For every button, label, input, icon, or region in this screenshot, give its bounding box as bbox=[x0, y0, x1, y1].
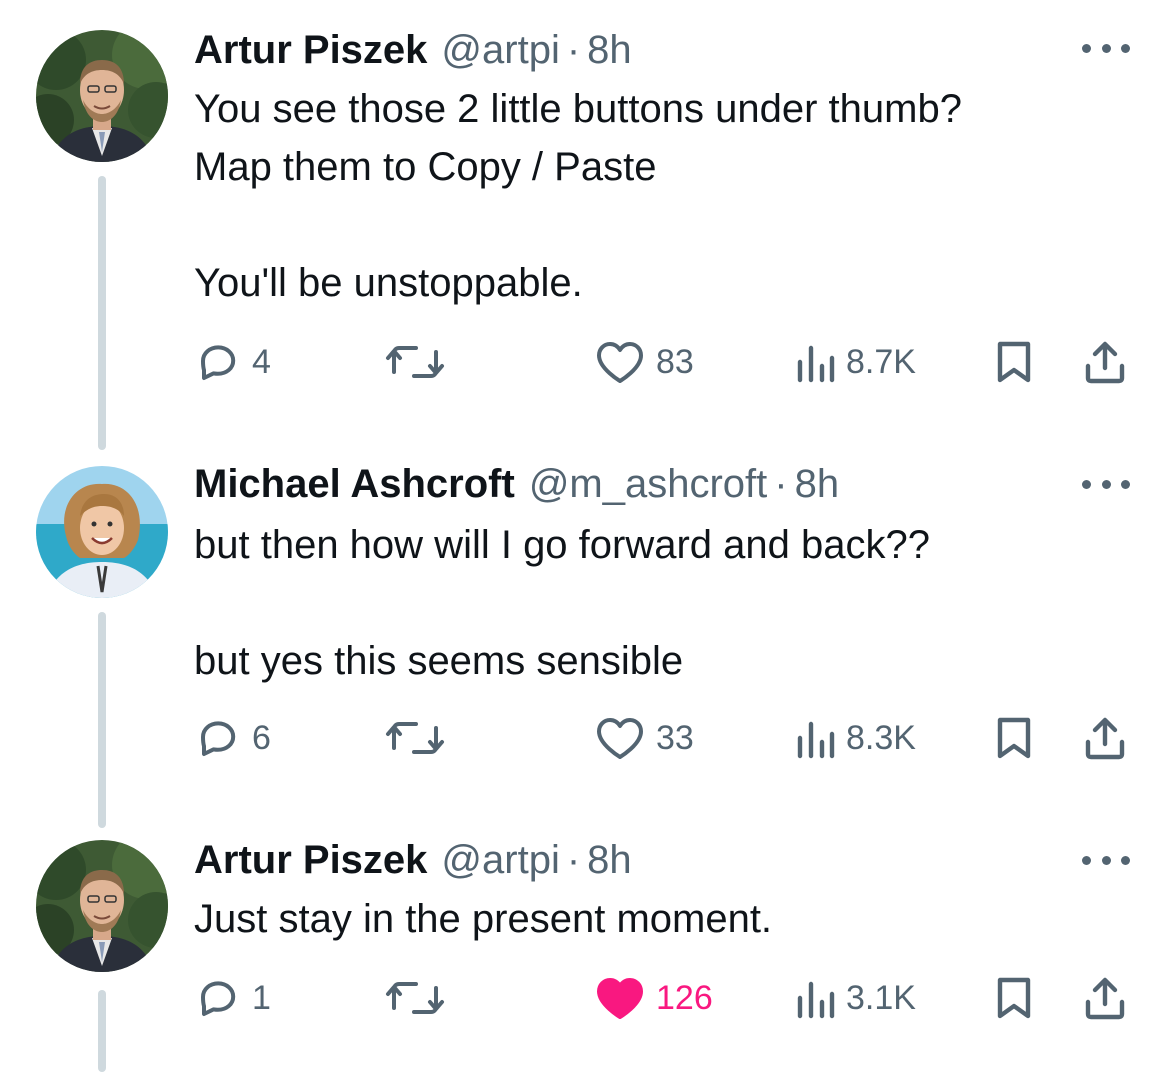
retweet-icon bbox=[386, 346, 444, 378]
tweet[interactable]: Michael Ashcroft @m_ashcroft · 8h but th… bbox=[0, 440, 1170, 830]
author-handle[interactable]: @m_ashcroft bbox=[529, 456, 767, 512]
views-icon bbox=[797, 345, 835, 383]
author-name[interactable]: Artur Piszek bbox=[194, 832, 427, 888]
reply-count: 1 bbox=[252, 978, 271, 1017]
views-count: 3.1K bbox=[846, 978, 916, 1017]
author-handle[interactable]: @artpi bbox=[441, 832, 559, 888]
tweet-header: Artur Piszek @artpi · 8h bbox=[194, 22, 632, 78]
tweet-header: Michael Ashcroft @m_ashcroft · 8h bbox=[194, 456, 839, 512]
views-count: 8.3K bbox=[846, 718, 916, 757]
avatar[interactable] bbox=[36, 840, 168, 972]
reply-button[interactable]: 1 bbox=[194, 968, 271, 1028]
timestamp[interactable]: 8h bbox=[587, 832, 632, 888]
retweet-icon bbox=[386, 982, 444, 1014]
like-count: 33 bbox=[656, 718, 694, 757]
share-icon bbox=[1085, 341, 1125, 384]
more-icon[interactable] bbox=[1082, 36, 1130, 60]
retweet-button[interactable] bbox=[384, 708, 446, 768]
separator: · bbox=[566, 28, 581, 72]
like-count: 126 bbox=[656, 978, 713, 1017]
share-button[interactable] bbox=[1082, 332, 1128, 392]
reply-count: 4 bbox=[252, 342, 271, 381]
action-bar: 4 83 8.7K bbox=[0, 332, 1170, 392]
like-icon bbox=[597, 342, 643, 383]
share-button[interactable] bbox=[1082, 708, 1128, 768]
action-bar: 6 33 8.3K bbox=[0, 708, 1170, 768]
views-icon bbox=[797, 721, 835, 759]
tweet-text: but then how will I go forward and back?… bbox=[194, 523, 930, 683]
more-icon[interactable] bbox=[1082, 848, 1130, 872]
retweet-icon bbox=[386, 722, 444, 754]
avatar[interactable] bbox=[36, 466, 168, 598]
like-icon bbox=[597, 718, 643, 759]
bookmark-icon bbox=[997, 977, 1031, 1019]
views-button[interactable]: 8.7K bbox=[794, 332, 916, 392]
like-icon bbox=[597, 978, 643, 1019]
action-bar: 1 126 3.1K bbox=[0, 968, 1170, 1028]
reply-button[interactable]: 6 bbox=[194, 708, 271, 768]
like-button[interactable]: 83 bbox=[594, 332, 694, 392]
reply-icon bbox=[201, 345, 236, 380]
tweet-header: Artur Piszek @artpi · 8h bbox=[194, 832, 632, 888]
author-handle[interactable]: @artpi bbox=[441, 22, 559, 78]
author-name[interactable]: Artur Piszek bbox=[194, 22, 427, 78]
views-icon bbox=[797, 981, 835, 1019]
bookmark-button[interactable] bbox=[994, 708, 1034, 768]
retweet-button[interactable] bbox=[384, 968, 446, 1028]
tweet-text: You see those 2 little buttons under thu… bbox=[194, 87, 962, 305]
more-icon[interactable] bbox=[1082, 472, 1130, 496]
retweet-button[interactable] bbox=[384, 332, 446, 392]
like-button[interactable]: 33 bbox=[594, 708, 694, 768]
bookmark-icon bbox=[997, 717, 1031, 759]
share-button[interactable] bbox=[1082, 968, 1128, 1028]
bookmark-button[interactable] bbox=[994, 968, 1034, 1028]
tweet-text: Just stay in the present moment. bbox=[194, 897, 773, 941]
reply-count: 6 bbox=[252, 718, 271, 757]
share-icon bbox=[1085, 717, 1125, 760]
views-count: 8.7K bbox=[846, 342, 916, 381]
reply-icon bbox=[201, 981, 236, 1016]
views-button[interactable]: 3.1K bbox=[794, 968, 916, 1028]
reply-icon bbox=[201, 721, 236, 756]
reply-button[interactable]: 4 bbox=[194, 332, 271, 392]
bookmark-icon bbox=[997, 341, 1031, 383]
avatar[interactable] bbox=[36, 30, 168, 162]
timestamp[interactable]: 8h bbox=[587, 22, 632, 78]
separator: · bbox=[774, 462, 788, 506]
timestamp[interactable]: 8h bbox=[795, 456, 840, 512]
share-icon bbox=[1085, 977, 1125, 1020]
like-count: 83 bbox=[656, 342, 694, 381]
tweet[interactable]: Artur Piszek @artpi · 8h You see those 2… bbox=[0, 0, 1170, 440]
like-button[interactable]: 126 bbox=[594, 968, 713, 1028]
tweet[interactable]: Artur Piszek @artpi · 8h Just stay in th… bbox=[0, 830, 1170, 1072]
separator: · bbox=[566, 838, 581, 882]
bookmark-button[interactable] bbox=[994, 332, 1034, 392]
views-button[interactable]: 8.3K bbox=[794, 708, 916, 768]
author-name[interactable]: Michael Ashcroft bbox=[194, 456, 515, 512]
